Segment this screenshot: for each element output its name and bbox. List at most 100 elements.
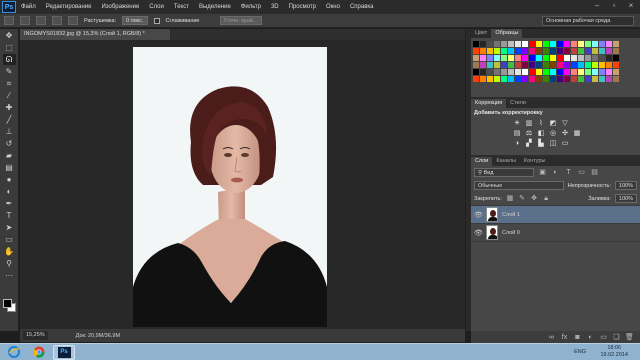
swatch[interactable] xyxy=(585,41,591,47)
eye-icon[interactable]: 👁︎ xyxy=(474,229,483,237)
swatch[interactable] xyxy=(522,55,528,61)
swatch[interactable] xyxy=(606,41,612,47)
group-icon[interactable]: ▭ xyxy=(599,333,608,342)
swatch[interactable] xyxy=(599,62,605,68)
swatch[interactable] xyxy=(543,76,549,82)
eraser-tool-icon[interactable]: ▰ xyxy=(3,150,16,161)
tab-color[interactable]: Цвет xyxy=(471,29,491,38)
swatch[interactable] xyxy=(564,62,570,68)
tab-adjustments[interactable]: Коррекция xyxy=(471,99,507,108)
lock-all-icon[interactable]: 🔒︎ xyxy=(542,194,550,203)
photo-filter-icon[interactable]: ◎ xyxy=(549,130,557,137)
swatch[interactable] xyxy=(564,76,570,82)
color-balance-icon[interactable]: ⚖ xyxy=(525,130,533,137)
swatch[interactable] xyxy=(606,62,612,68)
swatch[interactable] xyxy=(613,76,619,82)
swatch[interactable] xyxy=(487,48,493,54)
blend-mode-select[interactable]: Обычные xyxy=(474,181,564,190)
swatch[interactable] xyxy=(501,69,507,75)
chrome-icon[interactable] xyxy=(28,345,50,360)
swatch[interactable] xyxy=(613,55,619,61)
lasso-tool-icon[interactable]: ᘏ xyxy=(2,54,16,65)
filter-pixel-icon[interactable]: ▣ xyxy=(538,168,547,177)
history-brush-tool-icon[interactable]: ↺ xyxy=(3,138,16,149)
levels-icon[interactable]: ▥ xyxy=(525,120,533,127)
brightness-icon[interactable]: ☀ xyxy=(513,120,521,127)
menu-filter[interactable]: Фильтр xyxy=(236,4,266,10)
swatch[interactable] xyxy=(606,55,612,61)
swatch[interactable] xyxy=(494,48,500,54)
swatch[interactable] xyxy=(613,69,619,75)
swatch[interactable] xyxy=(494,69,500,75)
zoom-level[interactable]: 15,25% xyxy=(23,331,48,340)
add-selection-icon[interactable] xyxy=(36,16,46,25)
workspace-select[interactable]: Основная рабочая среда xyxy=(542,16,634,26)
edit-toolbar-icon[interactable]: ··· xyxy=(3,270,16,281)
swatch[interactable] xyxy=(473,55,479,61)
opacity-input[interactable]: 100% xyxy=(614,181,637,190)
foreground-color-swatch[interactable] xyxy=(3,299,12,308)
filter-adjust-icon[interactable]: ◐ xyxy=(551,168,560,177)
swatch[interactable] xyxy=(592,76,598,82)
clock[interactable]: 18:06 19.02.2014 xyxy=(600,345,628,359)
filter-type-icon[interactable]: T xyxy=(564,168,573,177)
swatch[interactable] xyxy=(599,55,605,61)
swatch[interactable] xyxy=(487,55,493,61)
portrait-photo[interactable] xyxy=(133,47,327,327)
swatch[interactable] xyxy=(550,55,556,61)
swatch[interactable] xyxy=(550,62,556,68)
swatch[interactable] xyxy=(578,48,584,54)
swatch[interactable] xyxy=(480,41,486,47)
swatch[interactable] xyxy=(501,62,507,68)
swatch[interactable] xyxy=(494,41,500,47)
swatch[interactable] xyxy=(473,69,479,75)
move-tool-icon[interactable]: ✥ xyxy=(3,30,16,41)
layer-name[interactable]: Слой 0 xyxy=(502,230,520,236)
channel-mixer-icon[interactable]: ✣ xyxy=(561,130,569,137)
menu-edit[interactable]: Редактирование xyxy=(41,4,97,10)
zoom-tool-icon[interactable]: ⚲ xyxy=(3,258,16,269)
swatch[interactable] xyxy=(473,62,479,68)
menu-3d[interactable]: 3D xyxy=(266,4,284,10)
swatch[interactable] xyxy=(480,48,486,54)
swatch[interactable] xyxy=(585,76,591,82)
swatch[interactable] xyxy=(585,69,591,75)
path-select-tool-icon[interactable]: ➤ xyxy=(3,222,16,233)
swatch[interactable] xyxy=(592,55,598,61)
feather-input[interactable]: 0 пикс. xyxy=(122,16,148,25)
exposure-icon[interactable]: ◩ xyxy=(549,120,557,127)
filter-smart-icon[interactable]: ▤ xyxy=(590,168,599,177)
menu-image[interactable]: Изображение xyxy=(96,4,144,10)
swatch[interactable] xyxy=(543,48,549,54)
swatch[interactable] xyxy=(613,48,619,54)
brush-tool-icon[interactable]: ╱ xyxy=(3,114,16,125)
lock-transparency-icon[interactable]: ▦ xyxy=(506,194,514,203)
swatch[interactable] xyxy=(571,48,577,54)
swatch[interactable] xyxy=(599,76,605,82)
fx-icon[interactable]: fx xyxy=(560,333,569,342)
swatch[interactable] xyxy=(599,48,605,54)
swatch[interactable] xyxy=(571,69,577,75)
swatch[interactable] xyxy=(515,41,521,47)
swatch[interactable] xyxy=(550,69,556,75)
swatch[interactable] xyxy=(543,41,549,47)
swatch[interactable] xyxy=(501,41,507,47)
swatch[interactable] xyxy=(585,48,591,54)
swatch[interactable] xyxy=(522,76,528,82)
color-lookup-icon[interactable]: ▦ xyxy=(573,130,581,137)
mask-icon[interactable]: ◙ xyxy=(573,333,582,342)
swatch[interactable] xyxy=(487,76,493,82)
curves-icon[interactable]: ⌇ xyxy=(537,120,545,127)
swatch[interactable] xyxy=(592,62,598,68)
swatch[interactable] xyxy=(515,69,521,75)
new-layer-icon[interactable]: ❏ xyxy=(612,333,621,342)
posterize-icon[interactable]: ▞ xyxy=(525,140,533,147)
swatch[interactable] xyxy=(585,62,591,68)
swatch[interactable] xyxy=(550,48,556,54)
swatch[interactable] xyxy=(494,76,500,82)
hand-tool-icon[interactable]: ✋ xyxy=(3,246,16,257)
menu-text[interactable]: Текст xyxy=(169,4,194,10)
type-tool-icon[interactable]: T xyxy=(3,210,16,221)
swatch[interactable] xyxy=(473,76,479,82)
swatch[interactable] xyxy=(536,76,542,82)
